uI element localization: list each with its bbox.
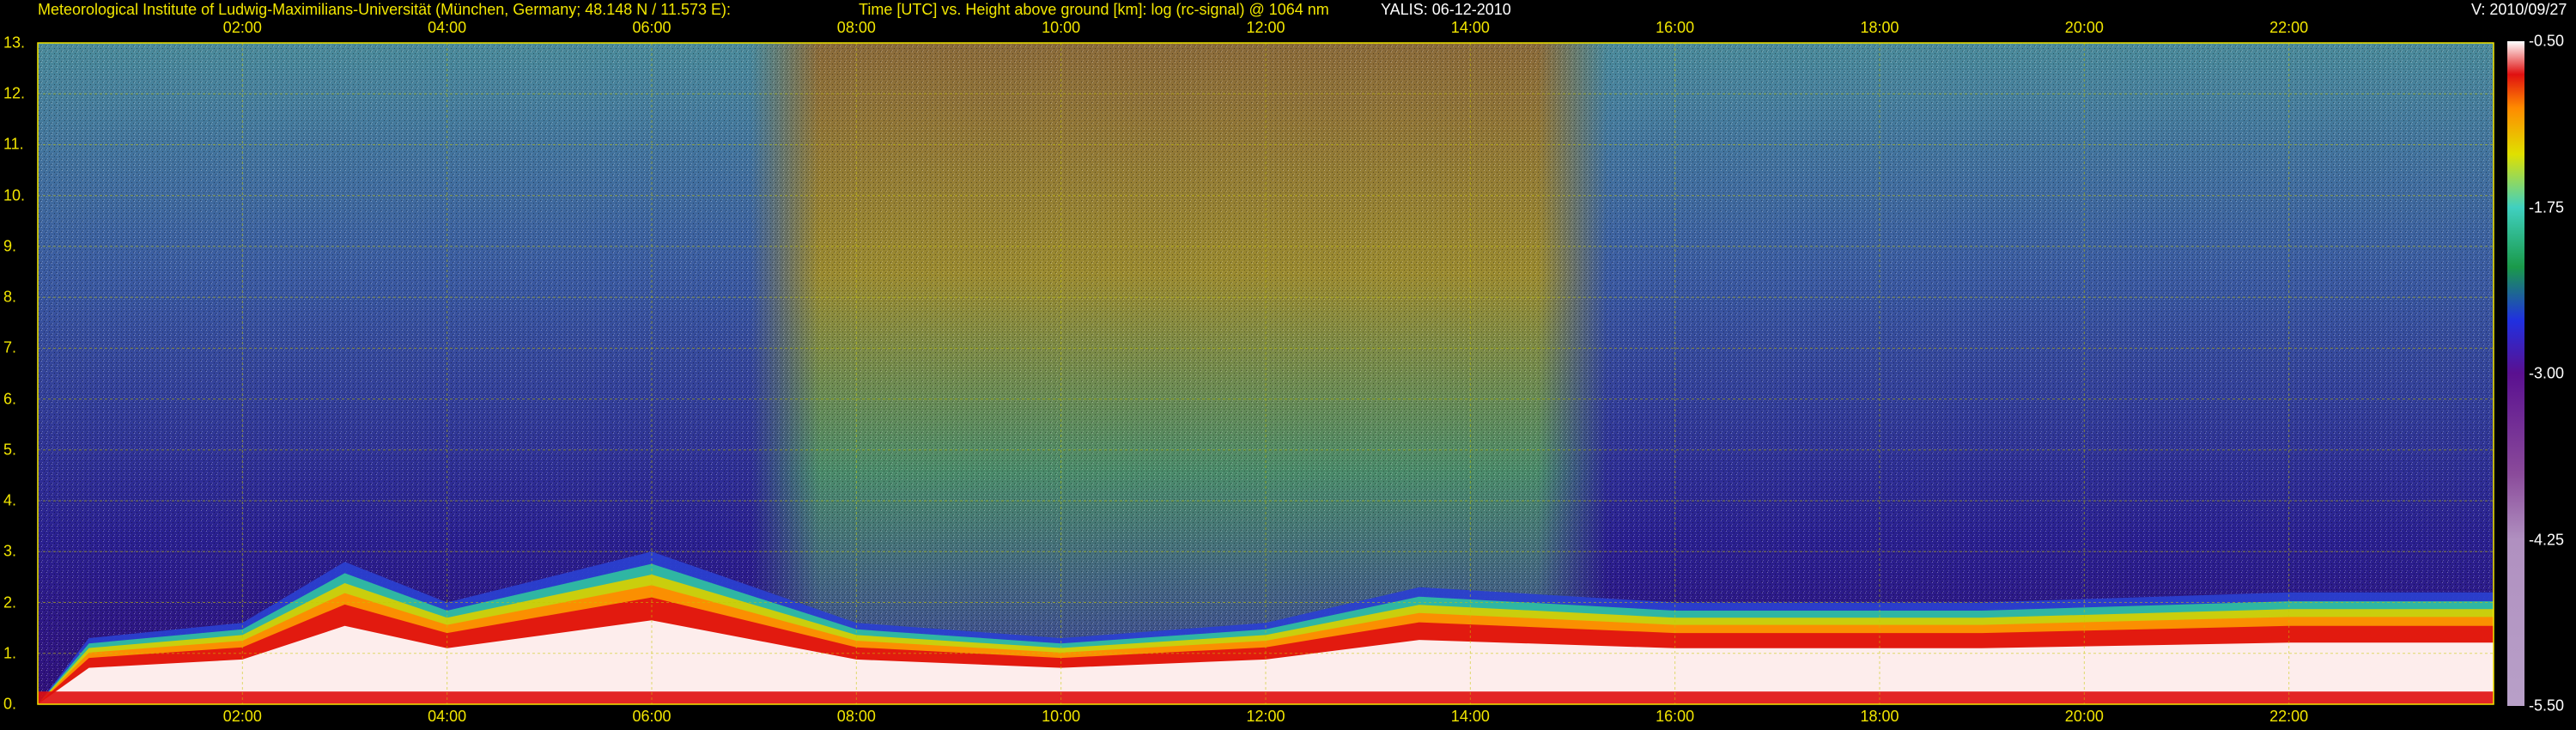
- x-tick-label-top: 06:00: [632, 19, 671, 36]
- colorbar-tick-label: -0.50: [2529, 32, 2565, 50]
- x-tick-label-bottom: 10:00: [1042, 708, 1081, 725]
- lidar-heatmap: [37, 41, 2524, 706]
- x-tick-label-top: 18:00: [1860, 19, 1899, 36]
- x-tick-label-bottom: 20:00: [2064, 708, 2104, 725]
- x-tick-label-top: 16:00: [1656, 19, 1695, 36]
- x-tick-label-top: 02:00: [222, 19, 262, 36]
- y-tick-label: 10.: [3, 186, 26, 204]
- y-tick-label: 4.: [3, 491, 17, 509]
- x-tick-label-bottom: 22:00: [2269, 708, 2309, 725]
- x-tick-label-top: 14:00: [1450, 19, 1490, 36]
- y-tick-label: 3.: [3, 542, 17, 560]
- x-tick-label-top: 10:00: [1042, 19, 1081, 36]
- x-tick-label-top: 04:00: [428, 19, 467, 36]
- y-tick-label: 11.: [3, 135, 24, 153]
- x-tick-label-bottom: 12:00: [1246, 708, 1285, 725]
- y-tick-label: 12.: [3, 84, 26, 102]
- y-tick-label: 13.: [3, 33, 26, 52]
- x-tick-label-top: 22:00: [2269, 19, 2309, 36]
- x-tick-label-bottom: 06:00: [632, 708, 671, 725]
- x-tick-label-bottom: 02:00: [222, 708, 262, 725]
- y-tick-label: 0.: [3, 695, 17, 713]
- y-tick-label: 8.: [3, 288, 17, 306]
- x-tick-label-bottom: 14:00: [1450, 708, 1490, 725]
- colorbar-tick-label: -3.00: [2529, 364, 2565, 382]
- x-tick-label-bottom: 18:00: [1860, 708, 1899, 725]
- x-tick-label-bottom: 16:00: [1656, 708, 1695, 725]
- colorbar-tick-label: -4.25: [2529, 531, 2565, 548]
- colorbar: [2507, 41, 2524, 706]
- y-tick-label: 6.: [3, 390, 17, 408]
- x-tick-label-bottom: 04:00: [428, 708, 467, 725]
- y-tick-label: 2.: [3, 593, 17, 611]
- colorbar-tick-label: -1.75: [2529, 198, 2565, 216]
- y-tick-label: 1.: [3, 644, 17, 662]
- x-tick-label-bottom: 08:00: [836, 708, 876, 725]
- y-tick-label: 7.: [3, 338, 17, 356]
- y-tick-label: 5.: [3, 441, 17, 459]
- x-tick-label-top: 20:00: [2064, 19, 2104, 36]
- x-tick-label-top: 12:00: [1246, 19, 1285, 36]
- x-tick-label-top: 08:00: [836, 19, 876, 36]
- colorbar-tick-label: -5.50: [2529, 697, 2565, 715]
- y-tick-label: 9.: [3, 237, 17, 255]
